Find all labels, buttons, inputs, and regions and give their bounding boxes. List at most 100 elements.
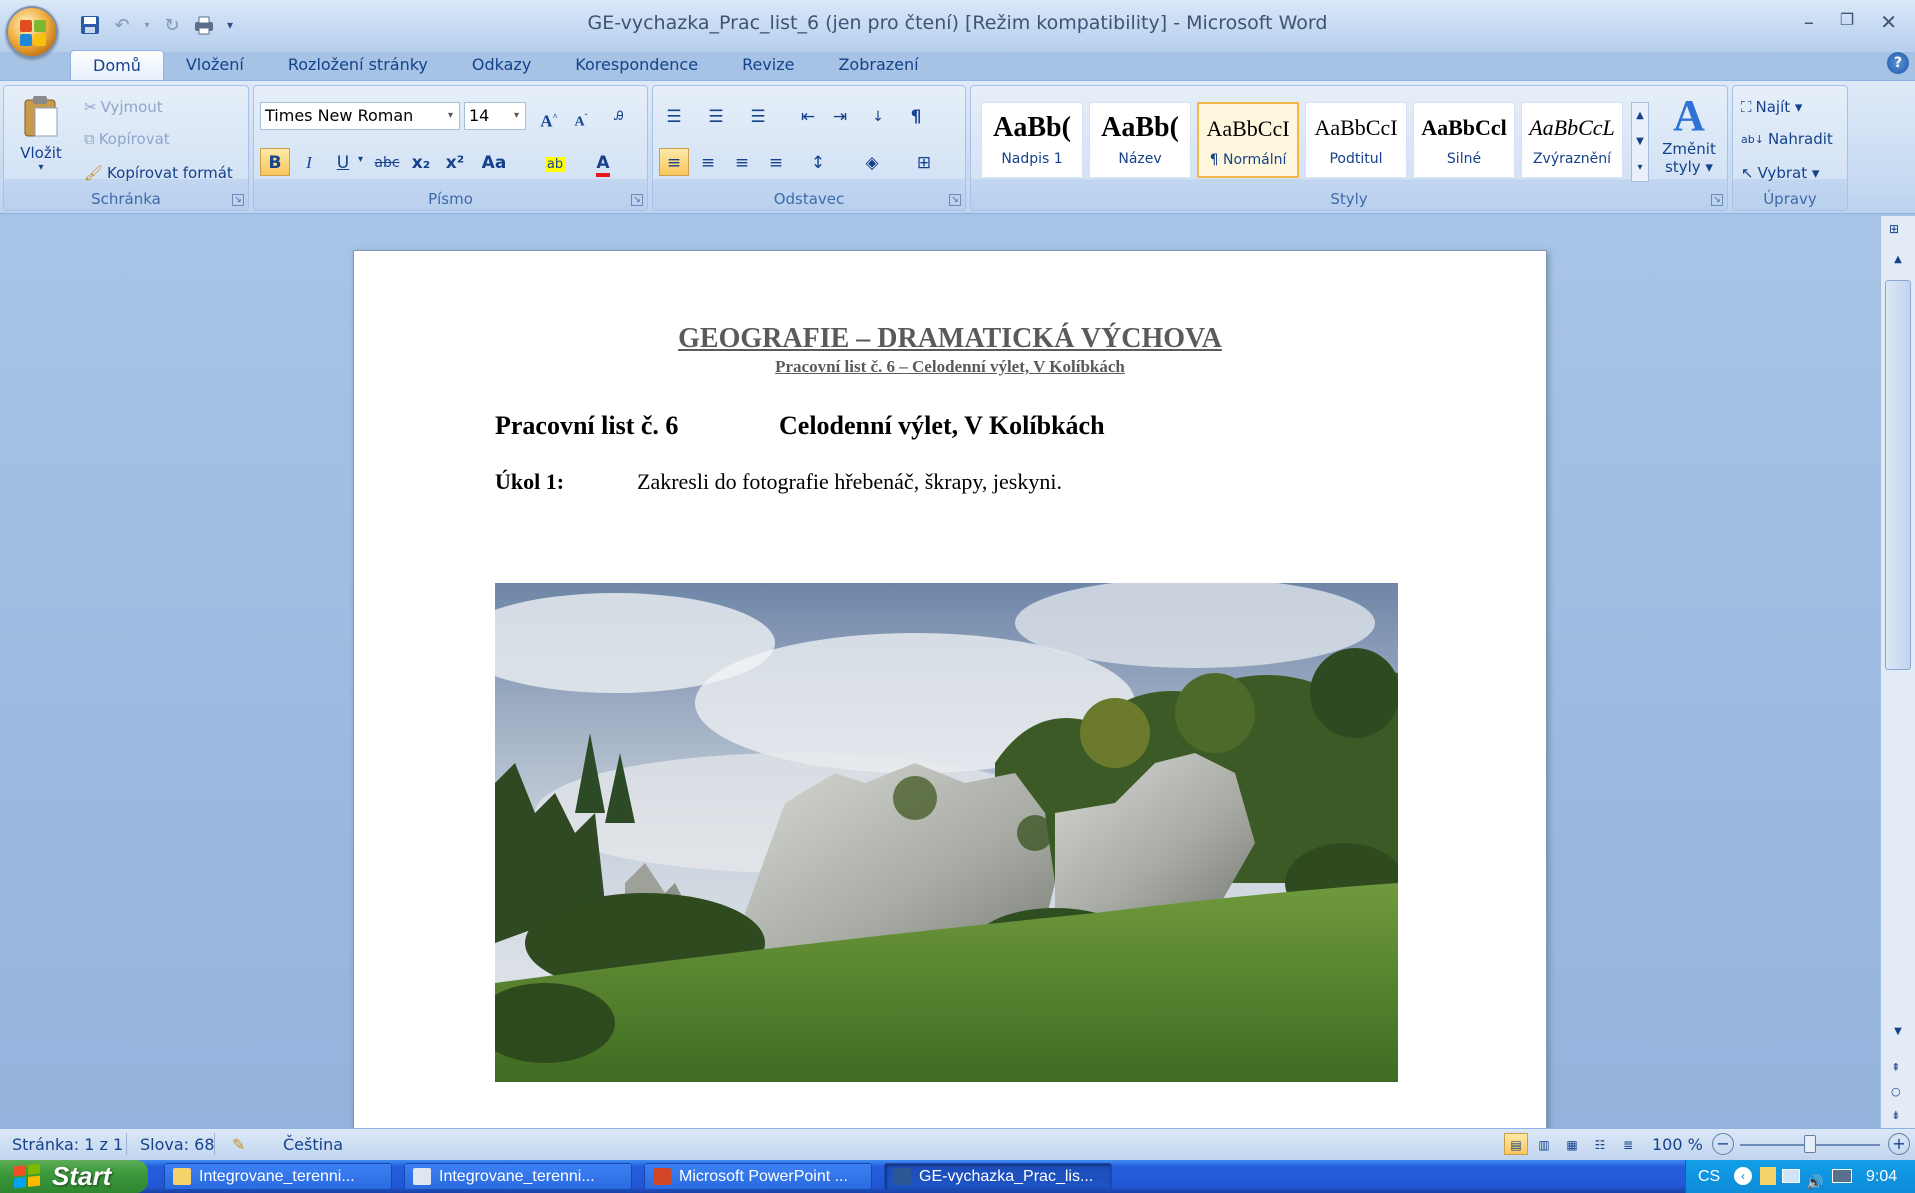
zoom-level[interactable]: 100 %: [1652, 1135, 1703, 1154]
tab-insert[interactable]: Vložení: [164, 50, 266, 80]
vertical-scrollbar[interactable]: ⊞ ▲ ▼ ⇞ ○ ⇟: [1880, 216, 1915, 1128]
save-icon[interactable]: [78, 13, 102, 37]
display-icon[interactable]: [1832, 1169, 1852, 1183]
clear-formatting-icon[interactable]: Ꭿ: [604, 102, 634, 130]
language-bar[interactable]: CS: [1698, 1160, 1720, 1193]
outline-icon[interactable]: ☷: [1588, 1133, 1612, 1155]
superscript-button[interactable]: x²: [440, 148, 470, 176]
page-count[interactable]: Stránka: 1 z 1: [12, 1135, 123, 1154]
font-size-select[interactable]: 14 ▾: [464, 102, 526, 130]
browse-object-icon[interactable]: ⇞ ○ ⇟: [1891, 1056, 1901, 1128]
pilcrow-icon[interactable]: ¶: [901, 102, 931, 130]
customize-quick-access-icon[interactable]: ▾: [224, 13, 236, 37]
volume-icon[interactable]: 🔊: [1806, 1166, 1823, 1193]
zoom-in-icon[interactable]: +: [1888, 1133, 1910, 1155]
web-layout-icon[interactable]: ▦: [1560, 1133, 1584, 1155]
draft-icon[interactable]: ≣: [1616, 1133, 1640, 1155]
dialog-launcher-icon[interactable]: ↘: [949, 194, 961, 206]
office-button[interactable]: [6, 6, 58, 58]
multilevel-list-icon[interactable]: ☰: [743, 102, 773, 130]
replace-button[interactable]: ab↓ Nahradit: [1741, 130, 1833, 148]
network-icon[interactable]: [1782, 1169, 1800, 1183]
scroll-down-icon[interactable]: ▼: [1887, 1026, 1909, 1048]
tab-page-layout[interactable]: Rozložení stránky: [266, 50, 450, 80]
help-icon[interactable]: ?: [1887, 52, 1909, 74]
close-icon[interactable]: ✕: [1880, 10, 1897, 34]
zoom-slider-thumb[interactable]: [1804, 1135, 1816, 1153]
full-screen-reading-icon[interactable]: ▥: [1532, 1133, 1556, 1155]
landscape-photo: [495, 583, 1398, 1082]
tab-home[interactable]: Domů: [70, 50, 164, 82]
sort-icon[interactable]: ↓: [863, 102, 893, 130]
tab-mailings[interactable]: Korespondence: [553, 50, 720, 80]
style-subtitle[interactable]: AaBbCcI Podtitul: [1305, 102, 1407, 178]
print-icon[interactable]: [192, 13, 216, 37]
cut-button[interactable]: ✂ Vyjmout: [84, 98, 163, 116]
undo-icon[interactable]: ↶: [110, 13, 134, 37]
shrink-font-icon[interactable]: Aˇ: [566, 102, 596, 130]
paste-button[interactable]: Vložit ▾: [14, 94, 68, 180]
redo-icon[interactable]: ↻: [160, 13, 184, 37]
select-button[interactable]: ↖ Vybrat ▾: [1741, 164, 1819, 182]
document-page[interactable]: GEOGRAFIE – DRAMATICKÁ VÝCHOVA Pracovní …: [353, 250, 1547, 1150]
decrease-indent-icon[interactable]: ⇤: [793, 102, 823, 130]
bullets-icon[interactable]: ☰: [659, 102, 689, 130]
zoom-out-icon[interactable]: −: [1712, 1133, 1734, 1155]
highlight-icon[interactable]: ab: [540, 148, 570, 176]
taskbar-item-word[interactable]: GE-vychazka_Prac_lis...: [884, 1163, 1112, 1190]
increase-indent-icon[interactable]: ⇥: [825, 102, 855, 130]
underline-button[interactable]: U: [328, 148, 358, 176]
tray-app-icon[interactable]: [1760, 1167, 1776, 1185]
style-normal[interactable]: AaBbCcI ¶ Normální: [1197, 102, 1299, 178]
line-spacing-icon[interactable]: ↕: [803, 148, 833, 176]
style-emphasis[interactable]: AaBbCcL Zvýraznění: [1521, 102, 1623, 178]
bold-button[interactable]: B: [260, 148, 290, 176]
scroll-thumb[interactable]: [1885, 280, 1911, 670]
justify-icon[interactable]: ≡: [761, 148, 791, 176]
shading-icon[interactable]: ◈: [857, 148, 887, 176]
change-styles-button[interactable]: A Změnit styly ▾: [1655, 92, 1723, 177]
align-left-icon[interactable]: ≡: [659, 148, 689, 176]
align-right-icon[interactable]: ≡: [727, 148, 757, 176]
ruler-toggle-icon[interactable]: ⊞: [1889, 222, 1899, 236]
tab-view[interactable]: Zobrazení: [816, 50, 940, 80]
font-color-icon[interactable]: A: [588, 148, 618, 177]
font-name-select[interactable]: Times New Roman ▾: [260, 102, 460, 130]
taskbar-item-folder[interactable]: Integrovane_terenni...: [164, 1163, 392, 1190]
clock[interactable]: 9:04: [1866, 1160, 1897, 1193]
proofing-icon[interactable]: ✎: [232, 1135, 245, 1154]
numbering-icon[interactable]: ☰: [701, 102, 731, 130]
style-title[interactable]: AaBb(Název: [1089, 102, 1191, 178]
borders-icon[interactable]: ⊞: [909, 148, 939, 176]
office-logo-icon: [20, 20, 46, 46]
scroll-up-icon[interactable]: ▲: [1887, 254, 1909, 276]
dialog-launcher-icon[interactable]: ↘: [232, 194, 244, 206]
taskbar-item-paint[interactable]: Integrovane_terenni...: [404, 1163, 632, 1190]
tab-references[interactable]: Odkazy: [450, 50, 553, 80]
grow-font-icon[interactable]: A^: [534, 102, 564, 131]
change-case-button[interactable]: Aa: [474, 148, 514, 176]
italic-button[interactable]: I: [294, 148, 324, 176]
copy-button[interactable]: ⧉ Kopírovat: [84, 130, 170, 148]
subscript-button[interactable]: x₂: [406, 148, 436, 176]
find-button[interactable]: ⛶ Najít ▾: [1741, 98, 1802, 116]
start-button[interactable]: Start: [0, 1160, 148, 1193]
tab-review[interactable]: Revize: [720, 50, 816, 80]
styles-scroll[interactable]: ▲ ▼ ▾: [1631, 102, 1649, 182]
style-strong[interactable]: AaBbCcl Silné: [1413, 102, 1515, 178]
minimize-icon[interactable]: –: [1804, 10, 1814, 34]
chevron-down-icon[interactable]: ▾: [358, 154, 363, 165]
format-painter-button[interactable]: 🖌 Kopírovat formát: [84, 164, 233, 182]
word-count[interactable]: Slova: 68: [140, 1135, 215, 1154]
dialog-launcher-icon[interactable]: ↘: [1711, 194, 1723, 206]
dropdown-arrow-icon[interactable]: ▾: [142, 13, 152, 37]
dialog-launcher-icon[interactable]: ↘: [631, 194, 643, 206]
strikethrough-button[interactable]: abc: [372, 148, 402, 176]
align-center-icon[interactable]: ≡: [693, 148, 723, 176]
restore-icon[interactable]: ❐: [1840, 10, 1854, 34]
tray-expand-icon[interactable]: ‹: [1734, 1167, 1752, 1185]
style-heading1[interactable]: AaBb(Nadpis 1: [981, 102, 1083, 178]
print-layout-icon[interactable]: ▤: [1504, 1133, 1528, 1155]
language-indicator[interactable]: Čeština: [283, 1135, 343, 1154]
taskbar-item-powerpoint[interactable]: Microsoft PowerPoint ...: [644, 1163, 872, 1190]
